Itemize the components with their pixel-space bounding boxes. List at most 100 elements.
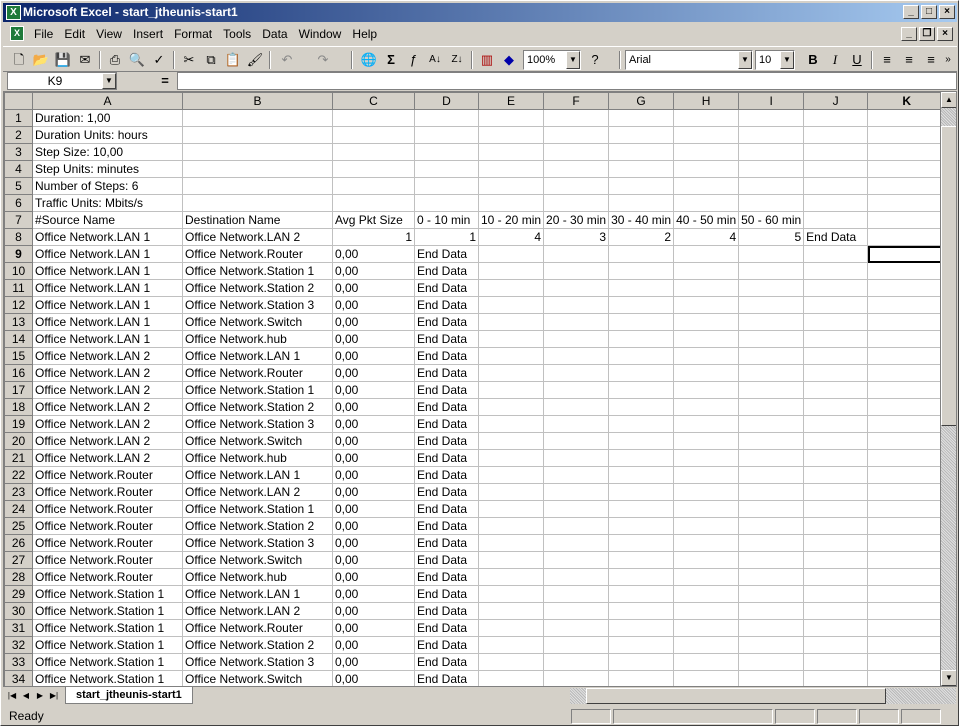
cell[interactable] [414, 160, 479, 178]
cell[interactable] [673, 466, 740, 484]
cell[interactable] [608, 466, 675, 484]
column-header-i[interactable]: I [738, 92, 805, 110]
align-left-icon[interactable]: ≡ [877, 50, 897, 70]
row-header[interactable]: 5 [4, 177, 33, 195]
cell[interactable] [867, 619, 947, 637]
formula-input[interactable] [177, 72, 957, 90]
cell[interactable] [867, 466, 947, 484]
cell[interactable] [608, 381, 675, 399]
cell[interactable] [867, 364, 947, 382]
cell[interactable]: 0,00 [332, 381, 415, 399]
cell[interactable]: 0,00 [332, 245, 415, 263]
cell[interactable]: End Data [414, 330, 479, 348]
cell[interactable]: 0,00 [332, 364, 415, 382]
cell[interactable] [673, 245, 740, 263]
cell[interactable]: Office Network.Router [32, 517, 183, 535]
cell[interactable]: Office Network.LAN 1 [32, 245, 183, 263]
cell[interactable] [803, 160, 869, 178]
cell[interactable] [477, 568, 545, 586]
cell[interactable] [543, 109, 610, 127]
cell[interactable]: Office Network.Station 1 [182, 381, 333, 399]
cell[interactable]: End Data [414, 619, 479, 637]
cell[interactable] [543, 177, 610, 195]
row-header[interactable]: 18 [4, 398, 33, 416]
row-header[interactable]: 1 [4, 109, 33, 127]
function-icon[interactable]: ƒ [403, 50, 423, 70]
cell[interactable]: Office Network.Station 2 [182, 636, 333, 654]
cell[interactable]: Office Network.LAN 2 [32, 398, 183, 416]
cell[interactable] [543, 568, 610, 586]
cell[interactable]: Office Network.LAN 2 [182, 228, 333, 246]
doc-minimize-button[interactable]: _ [901, 27, 917, 41]
cell[interactable] [738, 143, 805, 161]
cell[interactable]: Office Network.Station 1 [32, 619, 183, 637]
cell[interactable] [803, 279, 869, 297]
row-header[interactable]: 26 [4, 534, 33, 552]
cell[interactable]: Office Network.LAN 2 [32, 415, 183, 433]
cell[interactable]: Office Network.LAN 2 [182, 483, 333, 501]
cell[interactable]: 0,00 [332, 636, 415, 654]
cell[interactable]: Step Units: minutes [32, 160, 183, 178]
cell[interactable] [867, 500, 947, 518]
cell[interactable] [803, 126, 869, 144]
cell[interactable]: Office Network.Router [182, 619, 333, 637]
cell[interactable]: Office Network.LAN 2 [32, 364, 183, 382]
cell[interactable]: Office Network.Station 1 [32, 653, 183, 671]
cell[interactable] [477, 534, 545, 552]
cell[interactable] [477, 364, 545, 382]
cell[interactable]: 0,00 [332, 483, 415, 501]
cell[interactable] [673, 500, 740, 518]
doc-close-button[interactable]: × [937, 27, 953, 41]
row-header[interactable]: 33 [4, 653, 33, 671]
cell[interactable]: Office Network.Router [32, 551, 183, 569]
cell[interactable] [738, 398, 805, 416]
bold-button[interactable]: B [803, 50, 823, 70]
cell[interactable] [608, 483, 675, 501]
cell[interactable] [867, 143, 947, 161]
scroll-thumb[interactable] [586, 688, 886, 704]
cell[interactable] [608, 585, 675, 603]
cell[interactable] [673, 364, 740, 382]
cell[interactable]: End Data [803, 228, 869, 246]
cell[interactable] [803, 534, 869, 552]
row-header[interactable]: 25 [4, 517, 33, 535]
cell[interactable] [477, 177, 545, 195]
cell[interactable]: 0,00 [332, 330, 415, 348]
sort-descending-icon[interactable]: Z↓ [447, 50, 467, 70]
cell[interactable] [477, 449, 545, 467]
scroll-down-icon[interactable]: ▼ [941, 670, 956, 686]
cell[interactable]: Office Network.Router [182, 364, 333, 382]
cell[interactable] [803, 143, 869, 161]
cell[interactable] [673, 432, 740, 450]
cell[interactable] [673, 330, 740, 348]
row-header[interactable]: 20 [4, 432, 33, 450]
chevron-down-icon[interactable]: ▼ [738, 51, 752, 69]
cell[interactable]: 0,00 [332, 670, 415, 686]
cell[interactable] [738, 449, 805, 467]
cell[interactable] [738, 551, 805, 569]
cell[interactable] [803, 551, 869, 569]
cell[interactable] [608, 653, 675, 671]
cell[interactable]: Office Network.LAN 1 [32, 279, 183, 297]
new-file-icon[interactable]: 🗋 [9, 50, 29, 70]
cell[interactable] [477, 126, 545, 144]
cell[interactable] [414, 194, 479, 212]
cell[interactable]: 0,00 [332, 602, 415, 620]
cell[interactable] [182, 194, 333, 212]
cell[interactable]: 0,00 [332, 432, 415, 450]
cell[interactable] [477, 109, 545, 127]
cell[interactable]: 0,00 [332, 653, 415, 671]
cut-icon[interactable]: ✂ [179, 50, 199, 70]
cell[interactable] [543, 653, 610, 671]
cell[interactable] [673, 194, 740, 212]
cell[interactable]: 40 - 50 min [673, 211, 740, 229]
cell[interactable] [673, 636, 740, 654]
cell[interactable]: 4 [477, 228, 545, 246]
cell[interactable]: 0,00 [332, 415, 415, 433]
chart-wizard-icon[interactable]: ▥ [477, 50, 497, 70]
cell[interactable]: 0,00 [332, 585, 415, 603]
cell[interactable] [608, 568, 675, 586]
cell[interactable] [803, 432, 869, 450]
cell[interactable] [867, 262, 947, 280]
cell[interactable] [673, 483, 740, 501]
